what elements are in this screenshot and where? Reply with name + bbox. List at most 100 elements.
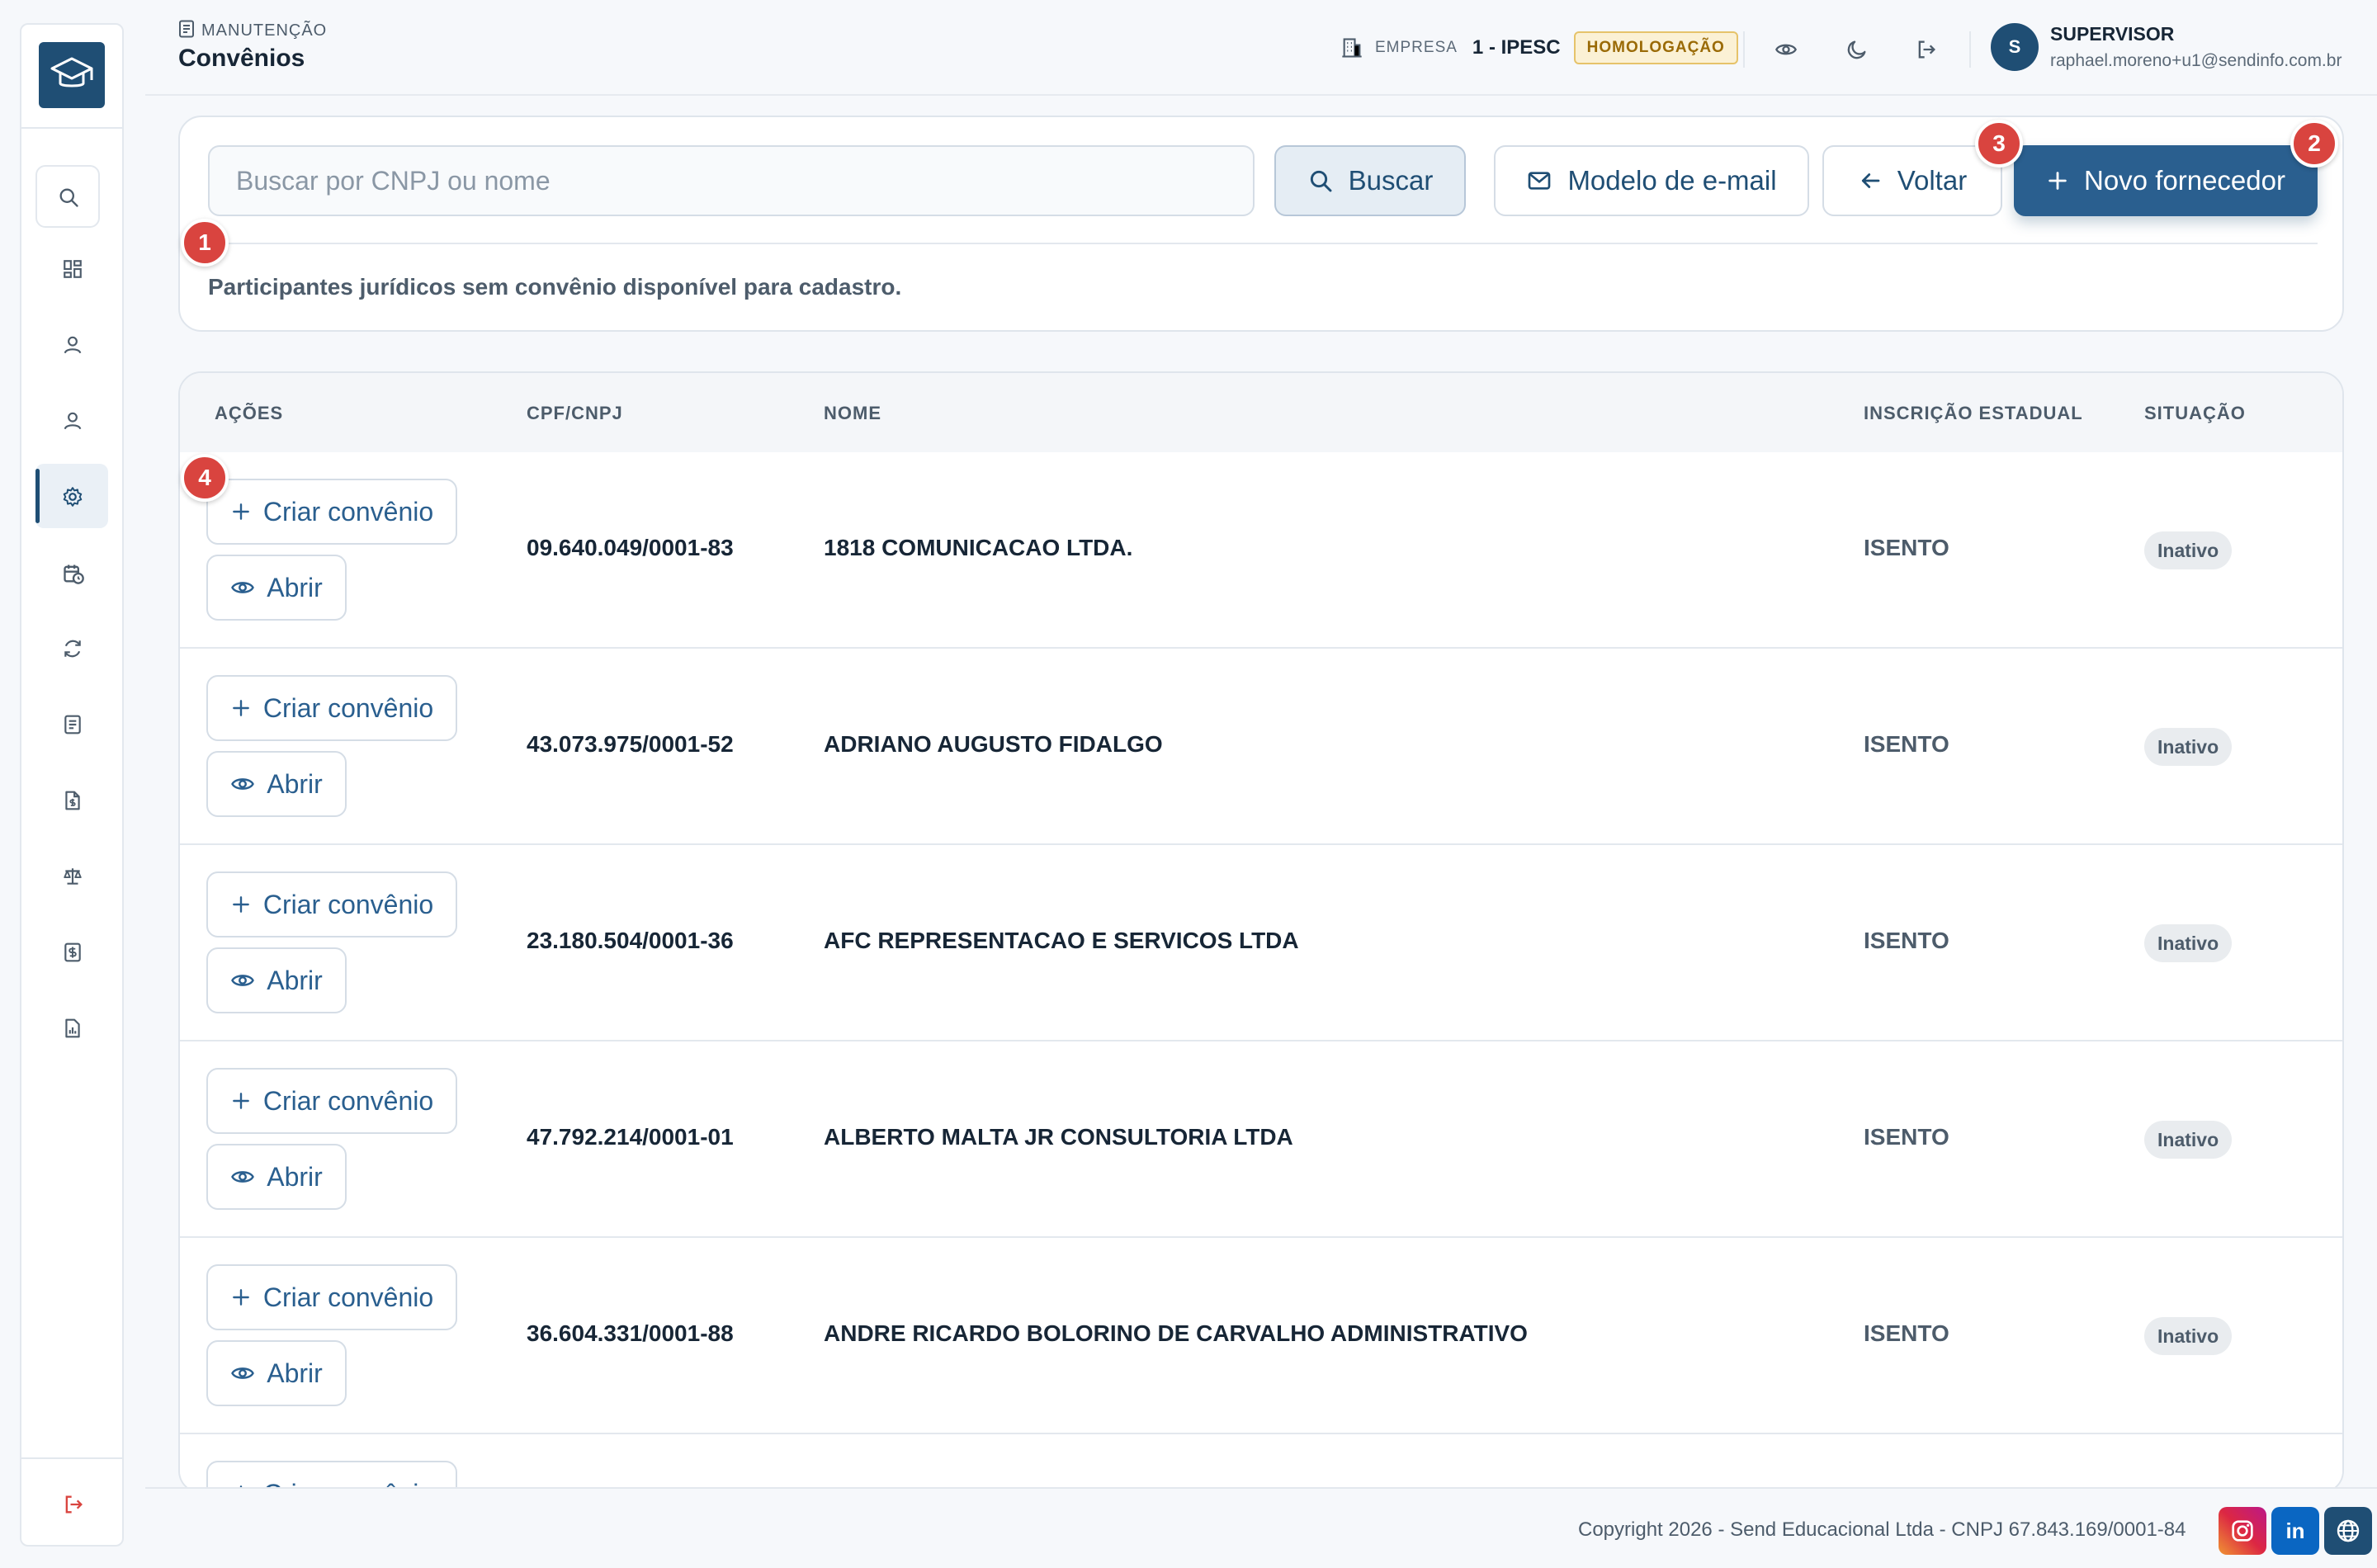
page-title: Convênios xyxy=(178,45,305,72)
eye-icon xyxy=(231,1171,255,1183)
cell-name: ADRIANO AUGUSTO FIDALGO xyxy=(824,731,1163,757)
table-header: AÇÕES CPF/CNPJ NOME INSCRIÇÃO ESTADUAL S… xyxy=(180,373,2342,452)
app-logo[interactable] xyxy=(39,42,105,108)
table-row: Criar convênio Abrir 43.073.975/0001-52 … xyxy=(180,649,2342,845)
cell-cnpj: 23.180.504/0001-36 xyxy=(527,928,734,953)
refresh-icon xyxy=(64,640,81,658)
sidebar-logout-button[interactable] xyxy=(35,1471,108,1535)
back-button-label: Voltar xyxy=(1897,165,1968,196)
logout-icon xyxy=(1918,40,1935,59)
column-header-cnpj: CPF/CNPJ xyxy=(527,403,623,423)
sidebar-item-user-2[interactable] xyxy=(35,388,108,452)
table-row: Criar convênio Abrir 47.792.214/0001-01 … xyxy=(180,1041,2342,1238)
instagram-link[interactable] xyxy=(2219,1507,2266,1555)
table-row: Criar convênio Abrir 36.604.331/0001-88 … xyxy=(180,1238,2342,1434)
create-agreement-button[interactable]: Criar convênio xyxy=(206,675,457,741)
open-button[interactable]: Abrir xyxy=(206,1144,347,1210)
header-divider xyxy=(1969,31,1971,68)
sidebar-item-sync[interactable] xyxy=(35,616,108,680)
company-value: 1 - IPESC xyxy=(1472,36,1561,59)
create-agreement-button[interactable]: Criar convênio xyxy=(206,479,457,545)
info-text: Participantes jurídicos sem convênio dis… xyxy=(208,274,902,300)
column-header-status: SITUAÇÃO xyxy=(2144,403,2246,423)
status-badge: Inativo xyxy=(2144,531,2233,569)
open-button[interactable]: Abrir xyxy=(206,947,347,1013)
sidebar-item-schedule[interactable] xyxy=(35,540,108,604)
header-divider xyxy=(1743,31,1745,68)
logout-icon xyxy=(65,1495,83,1514)
search-button[interactable]: Buscar xyxy=(1274,145,1466,216)
document-icon xyxy=(64,715,81,734)
top-header: MANUTENÇÃO Convênios EMPRESA 1 - IPESC H… xyxy=(145,0,2377,96)
plus-icon xyxy=(232,1093,249,1109)
sidebar-item-dashboard[interactable] xyxy=(35,236,108,300)
sidebar-search-button[interactable] xyxy=(35,165,100,228)
cell-state-registration: ISENTO xyxy=(1864,1320,1949,1346)
email-template-button[interactable]: Modelo de e-mail xyxy=(1494,145,1809,216)
back-button[interactable]: Voltar xyxy=(1822,145,2002,216)
sidebar-item-settings[interactable] xyxy=(35,464,108,528)
create-agreement-button[interactable]: Criar convênio xyxy=(206,1068,457,1134)
visibility-toggle-button[interactable] xyxy=(1768,31,1804,68)
mail-icon xyxy=(1529,172,1551,190)
header-logout-button[interactable] xyxy=(1908,31,1945,68)
breadcrumb: MANUTENÇÃO xyxy=(178,20,327,40)
sidebar-item-documents[interactable] xyxy=(35,692,108,756)
environment-badge: HOMOLOGAÇÃO xyxy=(1573,31,1738,64)
sidebar-divider xyxy=(21,1457,122,1459)
graduation-cap-icon xyxy=(50,57,93,87)
user-icon xyxy=(64,412,82,430)
open-button[interactable]: Abrir xyxy=(206,555,347,621)
moon-icon xyxy=(1847,40,1866,59)
new-supplier-button[interactable]: Novo fornecedor xyxy=(2014,145,2318,216)
new-supplier-label: Novo fornecedor xyxy=(2084,165,2285,196)
globe-icon xyxy=(2337,1519,2360,1542)
create-agreement-label: Criar convênio xyxy=(262,1282,434,1312)
dark-mode-button[interactable] xyxy=(1839,31,1875,68)
plus-icon xyxy=(232,896,249,913)
create-agreement-label: Criar convênio xyxy=(262,692,434,723)
column-header-actions: AÇÕES xyxy=(215,403,284,423)
create-agreement-label: Criar convênio xyxy=(262,496,434,527)
gear-icon xyxy=(63,487,83,507)
user-email: raphael.moreno+u1@sendinfo.com.br xyxy=(2050,51,2342,70)
annotation-marker-1: 1 xyxy=(181,219,229,267)
cell-state-registration: ISENTO xyxy=(1864,1124,1949,1150)
sidebar-item-finance[interactable] xyxy=(35,919,108,984)
report-chart-icon xyxy=(65,1018,80,1038)
cell-state-registration: ISENTO xyxy=(1864,928,1949,953)
plus-icon xyxy=(232,700,249,716)
cell-name: AFC REPRESENTACAO E SERVICOS LTDA xyxy=(824,928,1299,953)
search-icon xyxy=(1310,170,1332,192)
eye-icon xyxy=(231,975,255,986)
search-card-divider xyxy=(208,243,2318,244)
sidebar-item-legal[interactable] xyxy=(35,843,108,908)
breadcrumb-label: MANUTENÇÃO xyxy=(201,21,328,40)
create-agreement-label: Criar convênio xyxy=(262,889,434,919)
table-row: Criar convênio xyxy=(180,1434,2342,1492)
create-agreement-button[interactable]: Criar convênio xyxy=(206,871,457,937)
company-indicator: EMPRESA 1 - IPESC HOMOLOGAÇÃO xyxy=(1340,30,1738,66)
cell-cnpj: 43.073.975/0001-52 xyxy=(527,731,734,757)
sidebar-item-billing[interactable] xyxy=(35,767,108,832)
search-input[interactable]: Buscar por CNPJ ou nome xyxy=(208,145,1255,216)
linkedin-link[interactable]: in xyxy=(2271,1507,2319,1555)
status-badge: Inativo xyxy=(2144,924,2233,962)
create-agreement-button[interactable]: Criar convênio xyxy=(206,1264,457,1330)
open-button[interactable]: Abrir xyxy=(206,751,347,817)
table-row: Criar convênio Abrir 09.640.049/0001-83 … xyxy=(180,452,2342,649)
sidebar-item-user-1[interactable] xyxy=(35,312,108,376)
cell-cnpj: 36.604.331/0001-88 xyxy=(527,1320,734,1346)
open-button[interactable]: Abrir xyxy=(206,1340,347,1406)
open-label: Abrir xyxy=(267,572,323,602)
user-name: SUPERVISOR xyxy=(2050,23,2175,45)
avatar[interactable]: S xyxy=(1991,23,2039,71)
website-link[interactable] xyxy=(2324,1507,2372,1555)
building-icon xyxy=(1342,38,1362,58)
open-label: Abrir xyxy=(267,1358,323,1388)
open-label: Abrir xyxy=(267,965,323,995)
status-badge: Inativo xyxy=(2144,728,2233,766)
plus-icon xyxy=(2049,172,2067,190)
sidebar-item-reports[interactable] xyxy=(35,995,108,1060)
dashboard-icon xyxy=(64,260,82,278)
